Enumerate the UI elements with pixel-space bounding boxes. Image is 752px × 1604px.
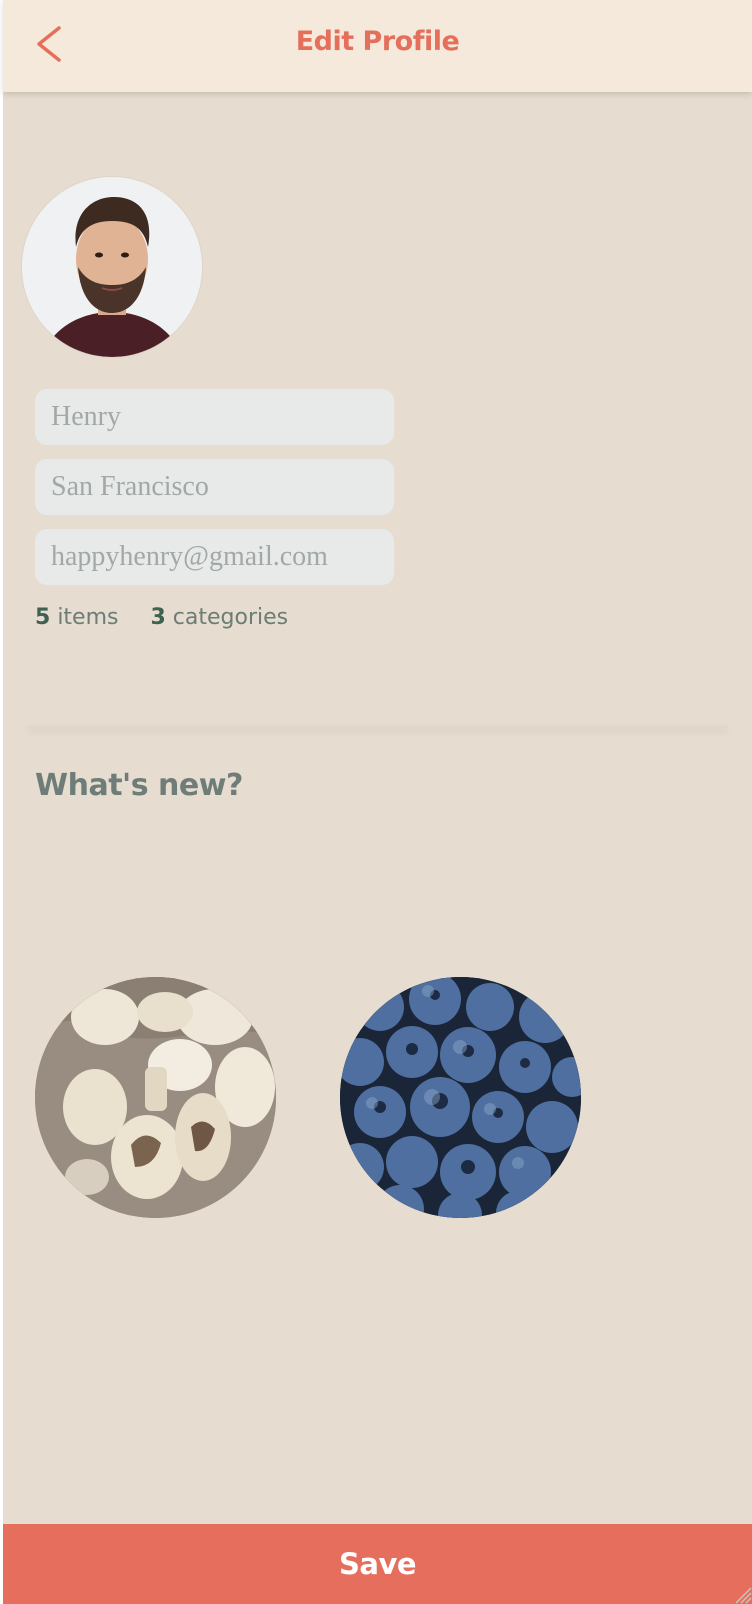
resize-grip-icon bbox=[735, 1587, 752, 1604]
name-field[interactable] bbox=[35, 389, 394, 445]
mushrooms-photo bbox=[35, 977, 276, 1218]
blueberries-thumbnail[interactable] bbox=[340, 977, 581, 1218]
mushrooms-thumbnail[interactable] bbox=[35, 977, 276, 1218]
items-label: items bbox=[57, 605, 119, 630]
user-avatar-image bbox=[22, 177, 202, 357]
items-count: 5 bbox=[35, 605, 51, 630]
whats-new-title: What's new? bbox=[35, 768, 243, 803]
window-edge bbox=[0, 0, 3, 1604]
blueberries-photo bbox=[340, 977, 581, 1218]
email-field[interactable] bbox=[35, 529, 394, 585]
profile-stats: 5 items 3 categories bbox=[35, 605, 288, 630]
page-title: Edit Profile bbox=[295, 26, 460, 57]
categories-label: categories bbox=[172, 605, 289, 630]
save-button-label: Save bbox=[338, 1547, 417, 1581]
save-button[interactable]: Save bbox=[3, 1524, 752, 1604]
top-app-bar: Edit Profile bbox=[3, 0, 752, 92]
avatar[interactable] bbox=[22, 177, 202, 357]
section-divider bbox=[28, 726, 728, 728]
city-field[interactable] bbox=[35, 459, 394, 515]
categories-count: 3 bbox=[150, 605, 166, 630]
